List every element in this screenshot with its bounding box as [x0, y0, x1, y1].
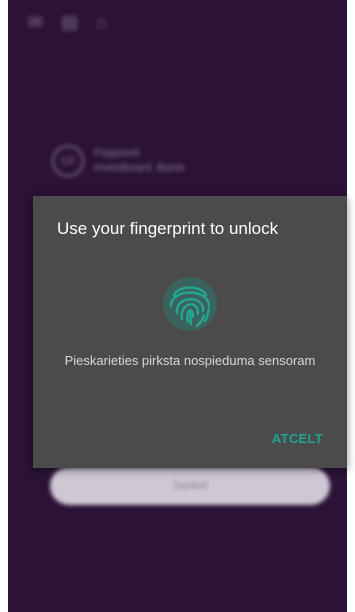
avatar: LV	[52, 145, 84, 177]
cancel-button[interactable]: ATCELT	[272, 431, 323, 446]
account-line-2: Investboant: Banis	[94, 162, 185, 174]
dialog-title: Use your fingerprint to unlock	[57, 219, 279, 238]
account-line-1: Paypocel	[94, 147, 140, 159]
account-info: LV Paypocel Investboant: Banis	[52, 145, 185, 177]
account-text: Paypocel Investboant: Banis	[94, 146, 185, 176]
sim-icon: ▤	[61, 12, 79, 32]
mail-icon: ✉	[28, 12, 44, 32]
lock-icon: ⌂	[96, 12, 107, 32]
background-button: Sanket	[50, 467, 330, 505]
dialog-message: Pieskarieties pirksta nospieduma sensora…	[64, 353, 316, 368]
fingerprint-icon	[163, 277, 217, 331]
status-bar-icons: ✉ ▤ ⌂	[28, 12, 107, 32]
fingerprint-dialog: Use your fingerprint to unlock Pieskarie…	[33, 196, 347, 468]
